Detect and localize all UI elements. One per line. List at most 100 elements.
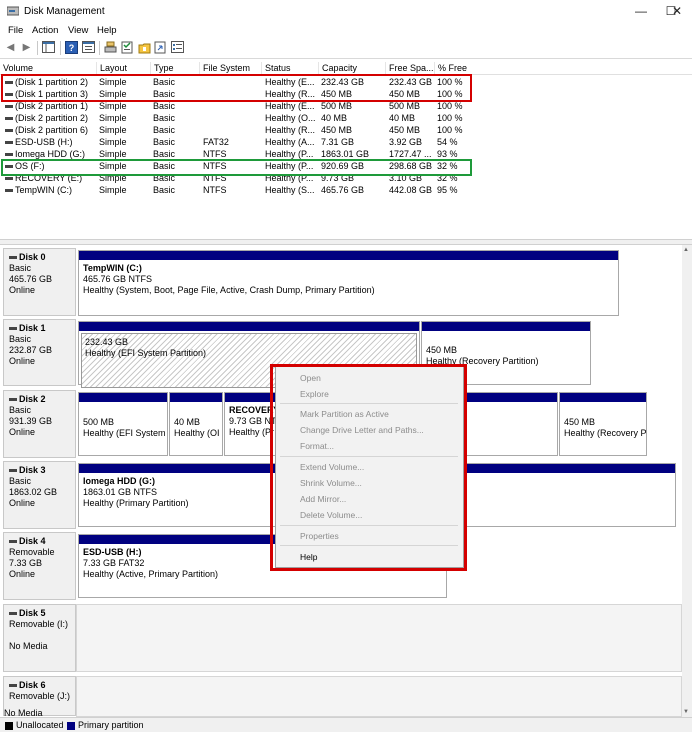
disk-5-label[interactable]: Disk 5 Removable (I:) No Media bbox=[3, 604, 76, 672]
table-cell: NTFS bbox=[203, 185, 227, 195]
forward-arrow-icon[interactable]: ▶ bbox=[20, 41, 33, 54]
disk-icon bbox=[9, 540, 17, 544]
disk-6-state-clipped: No Media bbox=[4, 708, 43, 717]
table-cell: ESD-USB (H:) bbox=[5, 136, 95, 148]
volume-icon bbox=[5, 117, 13, 121]
toolbar-separator bbox=[37, 41, 38, 55]
table-cell: 465.76 GB bbox=[321, 185, 365, 195]
menu-file[interactable]: File bbox=[8, 25, 23, 36]
column-file-system[interactable]: File System bbox=[199, 62, 261, 74]
primary-swatch bbox=[67, 722, 75, 730]
volume-icon bbox=[5, 141, 13, 145]
primary-partition-bar bbox=[79, 251, 618, 260]
table-cell bbox=[203, 112, 261, 124]
table-row[interactable]: (Disk 2 partition 2) Simple Basic Healthy (… bbox=[0, 112, 692, 124]
volume-icon bbox=[5, 189, 13, 193]
red-highlight-context-menu bbox=[270, 364, 467, 571]
table-cell: 3.92 GB bbox=[389, 137, 423, 147]
partition-disk2-recovery[interactable]: 450 MB Healthy (Recovery Pa bbox=[559, 392, 647, 456]
table-cell: Basic bbox=[153, 185, 176, 195]
disk-icon bbox=[9, 684, 17, 688]
column-capacity[interactable]: Capacity bbox=[318, 62, 385, 74]
table-cell: 450 MB bbox=[389, 125, 421, 135]
table-cell: Simple bbox=[99, 113, 127, 123]
volume-icon bbox=[5, 177, 13, 181]
table-cell: Healthy (R... bbox=[265, 125, 316, 135]
disk-management-icon bbox=[6, 5, 20, 16]
svg-text:?: ? bbox=[69, 43, 75, 53]
table-cell: Basic bbox=[153, 137, 176, 147]
column-volume[interactable]: Volume bbox=[0, 62, 96, 74]
window-title: Disk Management bbox=[24, 6, 105, 17]
table-cell: 100 % bbox=[437, 125, 463, 135]
checklist-icon[interactable] bbox=[121, 41, 134, 54]
column-layout[interactable]: Layout bbox=[96, 62, 150, 74]
minimize-button[interactable]: — bbox=[626, 0, 656, 22]
volume-icon bbox=[5, 153, 13, 157]
toolbar: ◀ ▶ ? bbox=[0, 38, 692, 59]
table-cell: Simple bbox=[99, 125, 127, 135]
column-type[interactable]: Type bbox=[150, 62, 199, 74]
column-percent-free[interactable]: % Free bbox=[434, 62, 483, 74]
disk-3-label[interactable]: Disk 3 Basic 1863.02 GB Online bbox=[3, 461, 76, 529]
disk-icon bbox=[9, 612, 17, 616]
table-cell: Healthy (S... bbox=[265, 185, 315, 195]
disk-0-label[interactable]: Disk 0 Basic 465.76 GB Online bbox=[3, 248, 76, 316]
disk-4-label[interactable]: Disk 4 Removable 7.33 GB Online bbox=[3, 532, 76, 600]
table-cell: 40 MB bbox=[321, 113, 348, 123]
table-cell: (Disk 2 partition 2) bbox=[5, 112, 95, 124]
table-cell: Healthy (O... bbox=[265, 113, 316, 123]
table-cell: 442.08 GB bbox=[389, 185, 433, 195]
list-view-icon[interactable] bbox=[171, 41, 184, 54]
table-cell: 7.31 GB bbox=[321, 137, 355, 147]
unallocated-swatch bbox=[5, 722, 13, 730]
volume-icon bbox=[5, 105, 13, 109]
disk-1-label[interactable]: Disk 1 Basic 232.87 GB Online bbox=[3, 319, 76, 386]
legend-primary: Primary partition bbox=[78, 720, 144, 730]
column-free-space[interactable]: Free Spa... bbox=[385, 62, 434, 74]
column-status[interactable]: Status bbox=[261, 62, 318, 74]
disk-icon bbox=[9, 469, 17, 473]
new-folder-icon[interactable] bbox=[138, 41, 151, 54]
disk-2-label[interactable]: Disk 2 Basic 931.39 GB Online bbox=[3, 390, 76, 458]
disk-icon bbox=[9, 256, 17, 260]
volume-icon bbox=[5, 129, 13, 133]
green-highlight-box bbox=[1, 159, 472, 176]
table-cell: FAT32 bbox=[203, 137, 229, 147]
legend-unallocated: Unallocated bbox=[16, 720, 64, 730]
table-cell: (Disk 2 partition 6) bbox=[5, 124, 95, 136]
properties-icon[interactable] bbox=[82, 41, 95, 54]
table-cell: Simple bbox=[99, 185, 127, 195]
table-row[interactable]: TempWIN (C:) Simple Basic NTFS Healthy (S...… bbox=[0, 184, 692, 196]
partition-disk2-efi[interactable]: 500 MB Healthy (EFI System P bbox=[78, 392, 168, 456]
menu-bar: File Action View Help bbox=[0, 22, 692, 38]
import-icon[interactable] bbox=[154, 41, 167, 54]
table-row[interactable]: ESD-USB (H:) Simple Basic FAT32 Healthy (A..… bbox=[0, 136, 692, 148]
table-cell: Basic bbox=[153, 113, 176, 123]
partition-disk2-oem[interactable]: 40 MB Healthy (OI bbox=[169, 392, 223, 456]
console-tree-icon[interactable] bbox=[42, 41, 55, 54]
menu-action[interactable]: Action bbox=[32, 25, 58, 36]
table-cell: 450 MB bbox=[321, 125, 353, 135]
table-row[interactable]: (Disk 2 partition 6) Simple Basic Healthy (… bbox=[0, 124, 692, 136]
table-cell bbox=[203, 124, 261, 136]
table-cell: Simple bbox=[99, 137, 127, 147]
disk-icon bbox=[9, 398, 17, 402]
title-bar: Disk Management — ☐ bbox=[0, 0, 692, 22]
table-cell: Healthy (A... bbox=[265, 137, 315, 147]
volume-list-header: Volume Layout Type File System Status Ca… bbox=[0, 61, 692, 75]
disk-icon bbox=[9, 327, 17, 331]
menu-view[interactable]: View bbox=[68, 25, 88, 36]
close-button[interactable]: ✕ bbox=[662, 0, 692, 22]
disk-5-empty-area bbox=[76, 604, 682, 672]
help-icon[interactable]: ? bbox=[65, 41, 78, 54]
back-arrow-icon[interactable]: ◀ bbox=[4, 41, 17, 54]
menu-help[interactable]: Help bbox=[97, 25, 117, 36]
vertical-scrollbar[interactable]: ▲ ▼ bbox=[682, 245, 692, 717]
partition-tempwin-c[interactable]: TempWIN (C:) 465.76 GB NTFS Healthy (Sys… bbox=[78, 250, 619, 316]
table-cell: 40 MB bbox=[389, 113, 416, 123]
table-cell: 95 % bbox=[437, 185, 458, 195]
partition-os-f-visible[interactable] bbox=[466, 392, 558, 456]
connect-disk-icon[interactable] bbox=[104, 41, 117, 54]
table-cell: Basic bbox=[153, 125, 176, 135]
